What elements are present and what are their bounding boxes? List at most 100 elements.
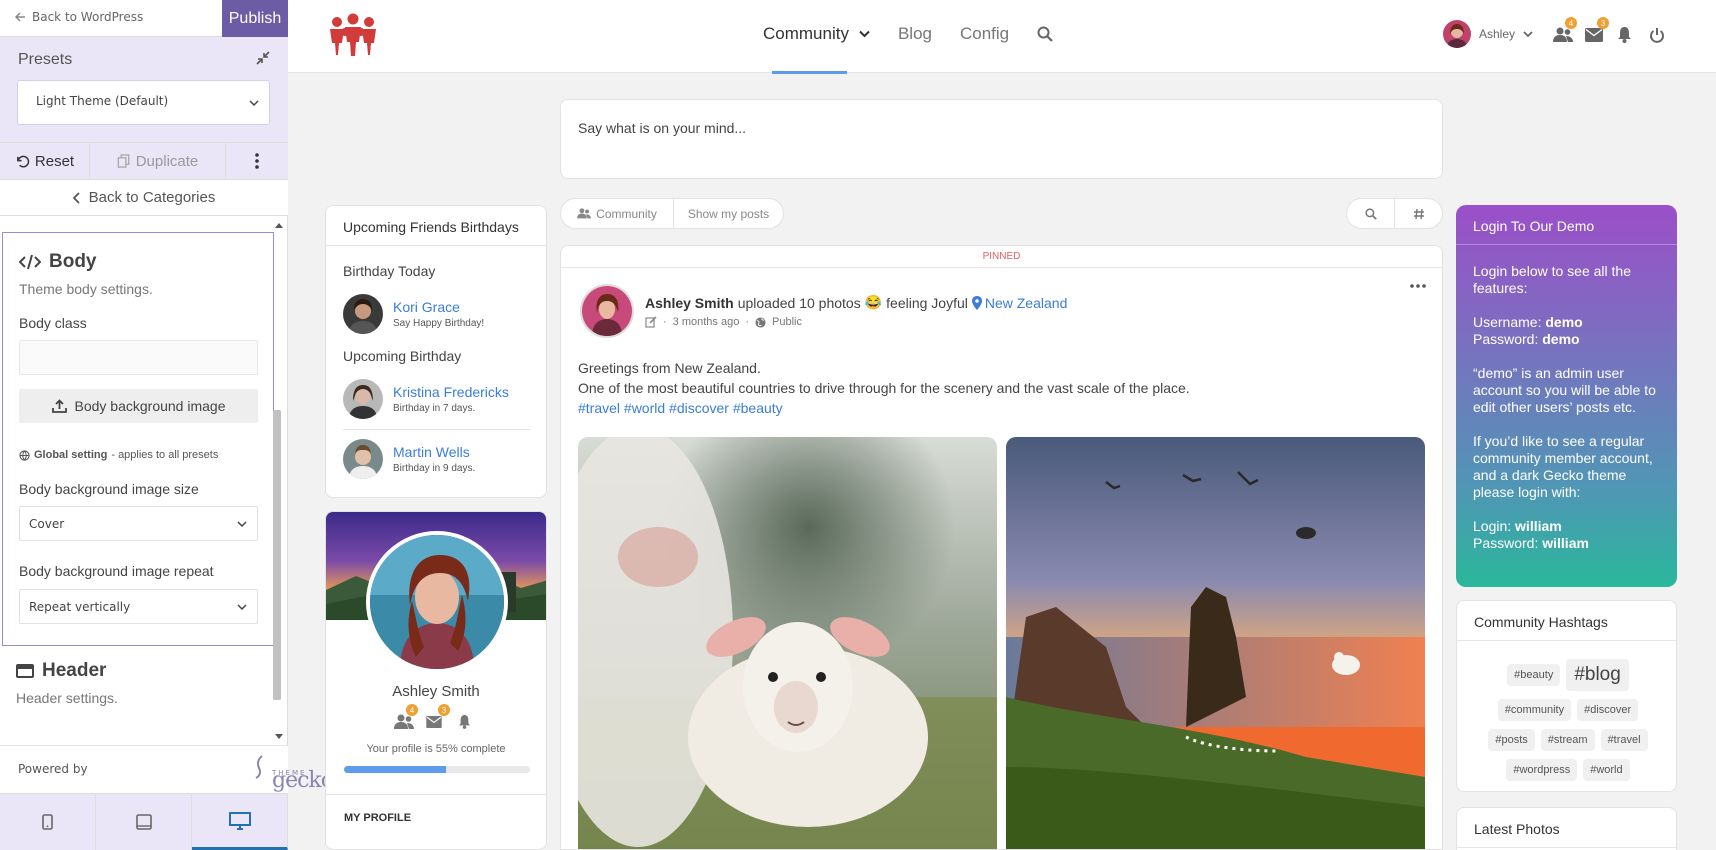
body-class-input[interactable] [19,340,258,375]
post-author-name[interactable]: Ashley Smith [645,295,734,311]
hashtag-chip[interactable]: #world [1583,759,1630,781]
hashtag-filter-button[interactable] [1395,199,1442,228]
tablet-preview-button[interactable] [96,794,192,850]
preset-select-value: Light Theme (Default) [36,94,169,108]
header-title: Header [42,660,107,681]
hashtag-chip[interactable]: #posts [1488,729,1535,751]
menu-item-config[interactable]: Config [960,24,1009,44]
hashtag-chip[interactable]: #discover [1577,699,1639,721]
search-icon [1364,207,1377,220]
user-menu[interactable]: Ashley [1443,20,1533,48]
customizer-settings-scroll[interactable]: Body Theme body settings. Body class Bod… [0,216,288,745]
body-background-image-button[interactable]: Body background image [19,389,258,423]
friend-name[interactable]: Martin Wells [393,444,475,460]
hashtag-chip[interactable]: #wordpress [1506,759,1578,781]
hashtag-chip[interactable]: #community [1497,699,1572,721]
chevron-down-icon [859,30,870,38]
presets-section: Presets Light Theme (Default) [0,37,288,142]
friend-name[interactable]: Kristina Fredericks [393,384,509,400]
body-bg-repeat-select[interactable]: Repeat vertically [19,589,258,624]
people-group-logo-icon [330,13,376,56]
body-description: Theme body settings. [19,281,153,297]
arrow-left-icon [14,12,25,22]
password-value: demo [1542,331,1580,347]
chevron-down-icon [1523,30,1533,37]
global-setting-bold: Global setting [34,449,108,461]
profile-name[interactable]: Ashley Smith [326,683,546,700]
site-logo[interactable] [325,12,381,58]
my-profile-link[interactable]: MY PROFILE [326,794,546,841]
post-photo-lamb[interactable] [578,437,997,849]
back-to-categories-button[interactable]: Back to Categories [0,180,288,216]
map-pin-icon [971,295,982,310]
header-window-icon [16,664,34,678]
logout-button[interactable] [1649,25,1669,45]
gecko-logo: gecko THEME [254,754,334,792]
post-author-avatar[interactable] [580,284,634,338]
friend-avatar [343,439,383,479]
body-settings-section: Body Theme body settings. Body class Bod… [2,232,274,646]
birthday-today-item[interactable]: Kori Grace Say Happy Birthday! [343,294,484,334]
birthday-upcoming-item[interactable]: Kristina Fredericks Birthday in 7 days. [343,379,509,419]
divider [343,429,531,430]
post-composer[interactable]: Say what is on your mind... [560,99,1443,179]
reset-button[interactable]: Reset [0,143,90,179]
password-label: Password: [1473,331,1543,347]
hashtag-chip[interactable]: #travel [1600,729,1648,751]
post-privacy: Public [772,316,802,328]
body-class-label: Body class [19,315,87,331]
post-photo-coast[interactable] [1006,437,1425,849]
publish-button[interactable]: Publish [222,0,288,37]
birthday-note: Say Happy Birthday! [393,318,485,329]
mobile-preview-button[interactable] [0,794,96,850]
friends-button[interactable]: 4 [394,704,418,732]
pinned-post: PINNED Ashley Smith uploaded 10 photos 😂… [560,245,1443,850]
body-bg-size-select[interactable]: Cover [19,506,258,541]
tab-community[interactable]: Community [561,199,674,228]
post-time[interactable]: 3 months ago [673,316,740,328]
back-to-wordpress-label: Back to WordPress [32,10,144,24]
back-to-wordpress-link[interactable]: Back to WordPress [14,10,143,24]
notifications-button[interactable] [458,712,478,732]
friend-name[interactable]: Kori Grace [393,299,484,315]
header-description: Header settings. [16,690,118,706]
menu-item-community[interactable]: Community [763,24,870,44]
duplicate-button[interactable]: Duplicate [90,143,226,179]
hashtag-chip[interactable]: #stream [1540,729,1595,751]
search-button[interactable] [1037,26,1053,42]
post-hashtags[interactable]: #travel #world #discover #beauty [578,398,1190,418]
powered-by-label: Powered by [18,762,88,776]
login-value: william [1515,518,1562,534]
header-settings-section[interactable]: Header Header settings. [0,648,275,743]
post-body: Greetings from New Zealand. One of the m… [578,358,1190,418]
birthday-note: Birthday in 7 days. [393,403,476,414]
customizer-panel: Back to WordPress Publish Presets Light … [0,0,334,850]
friends-badge: 4 [1565,17,1577,29]
messages-button[interactable]: 3 [1585,17,1609,45]
hashtag-chip[interactable]: #beauty [1507,664,1561,686]
code-icon [19,254,41,270]
profile-avatar[interactable] [366,531,508,673]
more-options-button[interactable] [226,143,288,179]
birthday-upcoming-item[interactable]: Martin Wells Birthday in 9 days. [343,439,475,479]
friends-button[interactable]: 4 [1553,17,1577,45]
menu-item-blog[interactable]: Blog [898,24,932,44]
collapse-icon[interactable] [256,51,270,65]
desktop-preview-button[interactable] [192,794,288,850]
hashtag-chip[interactable]: #blog [1566,659,1629,691]
post-options-button[interactable] [1410,284,1426,288]
device-preview-bar [0,793,288,850]
messages-button[interactable]: 3 [426,704,450,732]
post-location[interactable]: New Zealand [971,295,1067,311]
preset-select[interactable]: Light Theme (Default) [17,80,270,125]
undo-icon [16,155,30,167]
tab-show-my-posts[interactable]: Show my posts [674,199,783,228]
notifications-button[interactable] [1617,25,1637,45]
scrollbar-thumb[interactable] [273,410,281,700]
stream-search-button[interactable] [1347,199,1395,228]
users-icon [1553,27,1573,42]
username-value: demo [1545,314,1583,330]
edit-icon[interactable] [645,316,657,328]
chevron-down-icon [237,520,247,527]
back-to-categories-label: Back to Categories [88,189,216,206]
